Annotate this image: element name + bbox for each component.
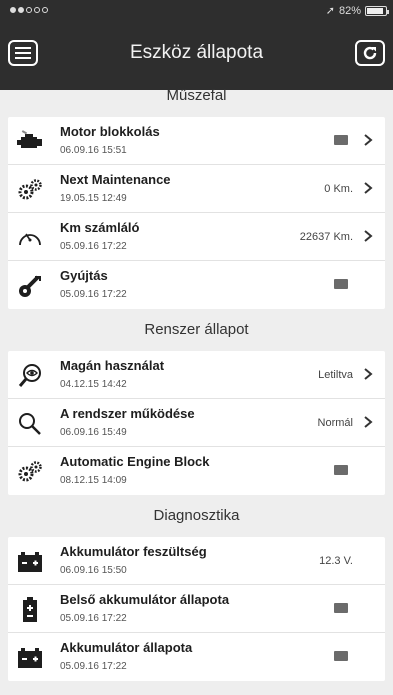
row-timestamp: 06.09.16 15:51 <box>60 145 127 156</box>
chevron-right-icon[interactable] <box>361 415 375 429</box>
refresh-icon <box>363 46 377 60</box>
row-timestamp: 05.09.16 17:22 <box>60 613 127 624</box>
search-icon <box>16 410 44 438</box>
row-title: Belső akkumulátor állapota <box>60 592 230 607</box>
list-item[interactable]: A rendszer működése 06.09.16 15:49 Normá… <box>8 399 385 447</box>
row-title: Akkumulátor feszültség <box>60 544 207 559</box>
battery-icon <box>365 5 389 16</box>
row-value: 0 Km. <box>324 183 353 195</box>
row-timestamp: 05.09.16 17:22 <box>60 289 127 300</box>
row-timestamp: 08.12.15 14:09 <box>60 475 127 486</box>
car-battery-icon <box>16 644 44 672</box>
chevron-right-icon[interactable] <box>361 367 375 381</box>
list-item: Gyújtás 05.09.16 17:22 <box>8 261 385 309</box>
app-header: ➚ 82% Eszköz állapota <box>0 0 393 90</box>
menu-button[interactable] <box>8 40 38 66</box>
list-item: Automatic Engine Block 08.12.15 14:09 <box>8 447 385 495</box>
status-indicator <box>334 465 348 475</box>
list-item: Akkumulátor feszültség 06.09.16 15:50 12… <box>8 537 385 585</box>
section-card-rendszer: Magán használat 04.12.15 14:42 Letiltva … <box>8 351 385 495</box>
ignition-key-icon <box>16 272 44 300</box>
section-card-diagnosztika: Akkumulátor feszültség 06.09.16 15:50 12… <box>8 537 385 681</box>
speedometer-icon <box>16 224 44 252</box>
row-timestamp: 06.09.16 15:49 <box>60 427 127 438</box>
status-indicator <box>334 603 348 613</box>
status-indicator <box>334 135 348 145</box>
row-timestamp: 19.05.15 12:49 <box>60 193 127 204</box>
section-header-rendszer: Renszer állapot <box>144 320 249 338</box>
row-title: Akkumulátor állapota <box>60 640 193 655</box>
eye-magnifier-icon <box>16 362 44 390</box>
section-header-muszerfal: Műszefal <box>166 86 227 104</box>
internal-battery-icon <box>16 596 44 624</box>
location-arrow-icon: ➚ <box>325 5 335 17</box>
row-value: Letiltva <box>318 369 353 381</box>
battery-percent: 82% <box>338 4 361 17</box>
section-card-muszerfal: Motor blokkolás 06.09.16 15:51 Next Main… <box>8 117 385 309</box>
row-timestamp: 04.12.15 14:42 <box>60 379 127 390</box>
gears-icon <box>16 458 44 486</box>
row-value: 22637 Km. <box>299 231 353 243</box>
list-item[interactable]: Magán használat 04.12.15 14:42 Letiltva <box>8 351 385 399</box>
list-item: Belső akkumulátor állapota 05.09.16 17:2… <box>8 585 385 633</box>
list-item[interactable]: Next Maintenance 19.05.15 12:49 0 Km. <box>8 165 385 213</box>
chevron-right-icon[interactable] <box>361 229 375 243</box>
row-title: Magán használat <box>60 358 165 373</box>
list-item[interactable]: Km számláló 05.09.16 17:22 22637 Km. <box>8 213 385 261</box>
chevron-right-icon[interactable] <box>361 133 375 147</box>
row-title: Km számláló <box>60 220 140 235</box>
status-bar: ➚ 82% <box>0 0 393 22</box>
signal-dots-icon <box>10 7 48 13</box>
row-title: Motor blokkolás <box>60 124 160 139</box>
section-header-diagnosztika: Diagnosztika <box>153 506 240 524</box>
row-title: Automatic Engine Block <box>60 454 210 469</box>
list-item: Akkumulátor állapota 05.09.16 17:22 <box>8 633 385 681</box>
row-title: Gyújtás <box>60 268 108 283</box>
row-title: A rendszer működése <box>60 406 195 421</box>
row-value: Normál <box>317 417 353 429</box>
row-timestamp: 06.09.16 15:50 <box>60 565 127 576</box>
row-value: 12.3 V. <box>319 555 353 567</box>
status-indicator <box>334 651 348 661</box>
status-indicator <box>334 279 348 289</box>
row-timestamp: 05.09.16 17:22 <box>60 661 127 672</box>
row-timestamp: 05.09.16 17:22 <box>60 241 127 252</box>
row-title: Next Maintenance <box>60 172 171 187</box>
chevron-right-icon[interactable] <box>361 181 375 195</box>
refresh-button[interactable] <box>355 40 385 66</box>
gears-icon <box>16 176 44 204</box>
engine-icon <box>16 128 44 156</box>
car-battery-icon <box>16 548 44 576</box>
list-item[interactable]: Motor blokkolás 06.09.16 15:51 <box>8 117 385 165</box>
page-title: Eszköz állapota <box>129 42 264 63</box>
